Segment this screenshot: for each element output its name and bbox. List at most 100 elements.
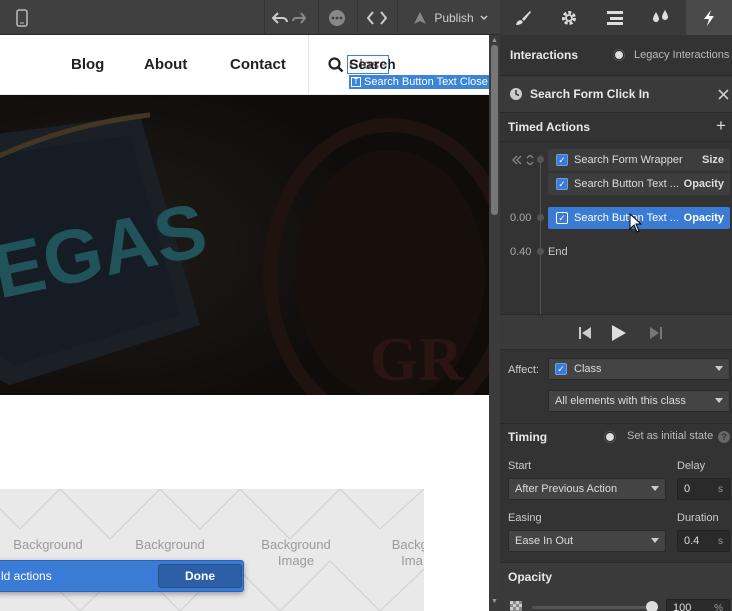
opacity-title: Opacity (508, 570, 553, 584)
timing-header: Timing Set as initial state ? (500, 424, 732, 450)
chevron-down-icon (715, 398, 723, 403)
comments-button[interactable] (322, 0, 352, 35)
clock-icon (510, 88, 522, 100)
legacy-toggle[interactable] (613, 49, 625, 61)
publish-label: Publish (434, 10, 474, 25)
end-label: End (548, 246, 568, 258)
affect-scope-select[interactable]: All elements with this class (548, 390, 730, 412)
device-preview-button[interactable] (8, 0, 36, 35)
redo-icon (292, 11, 306, 24)
trigger-row[interactable]: Search Form Click In (500, 76, 732, 112)
tab-navigator[interactable] (592, 0, 638, 35)
check-icon[interactable]: ✓ (556, 212, 568, 224)
interactions-title: Interactions (510, 48, 579, 62)
action-type: Opacity (683, 212, 724, 224)
close-icon[interactable] (718, 89, 729, 100)
start-value: After Previous Action (515, 483, 618, 495)
tab-style[interactable] (500, 0, 546, 35)
nav-divider (308, 35, 309, 95)
placeholder-label: Background Image (261, 537, 331, 568)
actions-toast: ld actions Done (0, 560, 244, 592)
duration-value: 0.4 (684, 535, 700, 547)
scroll-down-icon[interactable]: ▼ (491, 598, 498, 605)
easing-value: Ease In Out (515, 535, 574, 547)
affect-label: Affect: (508, 364, 539, 376)
easing-label: Easing (508, 512, 542, 524)
opacity-input[interactable]: 100 % (666, 599, 730, 611)
nav-link-contact[interactable]: Contact (230, 56, 286, 73)
text-element-icon: T (351, 77, 361, 87)
duration-input[interactable]: 0.4 s (677, 530, 730, 552)
action-type: Size (701, 154, 724, 166)
placeholder-label: Background (135, 537, 205, 552)
timeline-time: 0.40 (510, 246, 532, 258)
skip-back-icon[interactable] (578, 326, 592, 340)
nav-link-about[interactable]: About (144, 56, 187, 73)
toast-text: ld actions (1, 569, 52, 583)
check-icon[interactable]: ✓ (556, 154, 568, 166)
tab-settings[interactable] (546, 0, 592, 35)
delay-input[interactable]: 0 s (677, 478, 730, 500)
interactions-header: Interactions Legacy Interactions (500, 35, 732, 75)
action-item[interactable]: ✓ Search Form Wrapper Size (548, 149, 730, 171)
action-item[interactable]: ✓ Search Button Text ... Opacity (548, 173, 730, 195)
initial-state-toggle[interactable] (604, 431, 616, 443)
panel-tabs (500, 0, 732, 35)
timeline-dot (537, 248, 544, 255)
help-icon[interactable]: ? (718, 431, 730, 443)
publish-icon (414, 11, 427, 24)
check-icon[interactable]: ✓ (556, 178, 568, 190)
legacy-label: Legacy Interactions (634, 49, 730, 61)
timeline-dot (537, 214, 544, 221)
skip-forward-icon[interactable] (649, 326, 663, 340)
play-icon[interactable] (611, 324, 627, 342)
drops-icon (653, 9, 668, 22)
design-canvas[interactable]: Blog About Contact Search Close T Search… (0, 35, 489, 611)
duration-label: Duration (677, 512, 719, 524)
initial-state-label: Set as initial state (627, 430, 714, 442)
affect-select[interactable]: ✓ Class (548, 358, 730, 380)
site-navbar: Blog About Contact Search Close T Search… (0, 35, 489, 95)
phone-icon (16, 8, 28, 27)
timeline-track (540, 155, 541, 315)
chevron-down-icon (651, 486, 659, 491)
background-image-placeholder: Background Background Background Image B… (0, 489, 424, 611)
publish-button[interactable]: Publish (404, 0, 496, 35)
brush-icon: ✓ (555, 363, 567, 375)
playback-controls (500, 314, 732, 350)
opacity-slider[interactable] (532, 606, 652, 609)
tab-interactions[interactable] (686, 0, 732, 35)
action-name: Search Button Text ... (574, 178, 679, 190)
gear-icon (562, 10, 576, 25)
undo-icon (272, 11, 288, 24)
trigger-title: Search Form Click In (530, 87, 650, 101)
add-action-icon[interactable]: + (716, 116, 726, 136)
code-button[interactable] (362, 0, 392, 35)
start-select[interactable]: After Previous Action (508, 478, 666, 500)
interactions-panel: Interactions Legacy Interactions Search … (500, 35, 732, 611)
more-icon (329, 9, 345, 26)
tab-symbols[interactable] (638, 0, 684, 35)
opacity-slider-handle[interactable] (646, 601, 658, 611)
easing-select[interactable]: Ease In Out (508, 530, 666, 552)
scroll-up-icon[interactable]: ▲ (491, 37, 498, 44)
scroll-thumb[interactable] (491, 45, 498, 215)
placeholder-label: Backgr Ima (391, 537, 424, 568)
redo-button[interactable] (289, 0, 309, 35)
search-icon[interactable] (328, 57, 344, 73)
delay-value: 0 (684, 483, 691, 495)
opacity-unit: % (714, 602, 723, 611)
chevron-down-icon (480, 14, 488, 20)
nav-link-blog[interactable]: Blog (71, 56, 104, 73)
opacity-checker-icon (510, 601, 522, 611)
done-button[interactable]: Done (158, 564, 242, 588)
canvas-scrollbar[interactable]: ▲ ▼ (489, 35, 500, 611)
timeline-dot (537, 156, 544, 163)
selection-outline (347, 55, 389, 74)
action-type: Opacity (683, 178, 724, 190)
delay-unit: s (718, 483, 723, 495)
timeline-time: 0.00 (510, 212, 532, 224)
mouse-cursor-icon (629, 213, 643, 233)
collapse-icon[interactable] (512, 155, 534, 165)
lightning-icon (704, 9, 714, 26)
